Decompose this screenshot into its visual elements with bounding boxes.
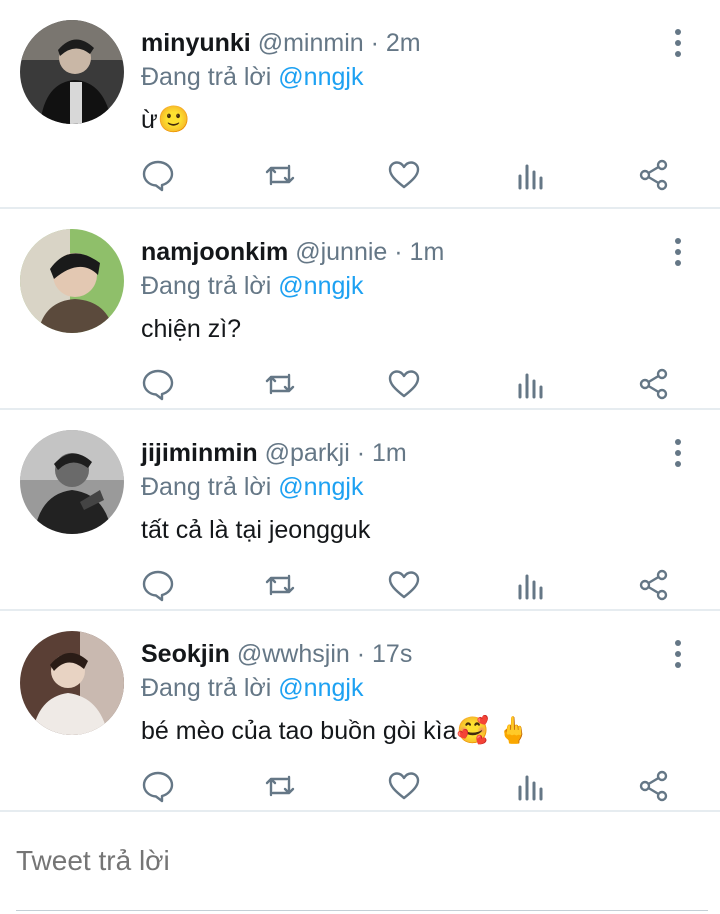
tweet-actions [141, 158, 681, 194]
retweet-icon[interactable] [263, 367, 299, 403]
mention-link[interactable]: @nngjk [278, 473, 363, 501]
tweet-header: minyunki @minmin · 2m [141, 28, 421, 58]
tweet[interactable]: Seokjin @wwhsjin · 17s Đang trả lời @nng… [0, 611, 720, 812]
tweet-text-body: tất cả là tại jeongguk [141, 516, 371, 544]
display-name[interactable]: jijiminmin [141, 439, 258, 467]
analytics-icon[interactable] [513, 367, 549, 403]
reply-context: Đang trả lời @nngjk [141, 62, 363, 92]
reply-prefix: Đang trả lời [141, 674, 272, 702]
reply-context: Đang trả lời @nngjk [141, 472, 363, 502]
avatar[interactable] [20, 631, 124, 735]
tweet[interactable]: jijiminmin @parkji · 1m Đang trả lời @nn… [0, 410, 720, 611]
emoji: 🥰 🖕 [456, 716, 530, 746]
tweet-actions [141, 367, 681, 403]
reply-icon[interactable] [141, 769, 177, 805]
avatar[interactable] [20, 229, 124, 333]
share-icon[interactable] [637, 568, 673, 604]
analytics-icon[interactable] [513, 568, 549, 604]
timestamp[interactable]: · 17s [357, 640, 413, 668]
tweet-text-body: bé mèo của tao buồn gòi kìa [141, 717, 457, 745]
reply-icon[interactable] [141, 158, 177, 194]
analytics-icon[interactable] [513, 158, 549, 194]
display-name[interactable]: namjoonkim [141, 238, 288, 266]
mention-link[interactable]: @nngjk [278, 63, 363, 91]
handle[interactable]: @wwhsjin [237, 640, 350, 668]
reply-prefix: Đang trả lời [141, 63, 272, 91]
reply-icon[interactable] [141, 367, 177, 403]
reply-composer [0, 815, 720, 914]
reply-context: Đang trả lời @nngjk [141, 271, 363, 301]
more-options-icon[interactable] [666, 237, 690, 267]
tweet-header: namjoonkim @junnie · 1m [141, 237, 444, 267]
like-icon[interactable] [387, 568, 423, 604]
divider [16, 910, 708, 911]
reply-input[interactable] [16, 845, 706, 877]
timestamp[interactable]: · 1m [394, 238, 444, 266]
tweet[interactable]: minyunki @minmin · 2m Đang trả lời @nngj… [0, 0, 720, 209]
mention-link[interactable]: @nngjk [278, 272, 363, 300]
analytics-icon[interactable] [513, 769, 549, 805]
reply-context: Đang trả lời @nngjk [141, 673, 363, 703]
avatar[interactable] [20, 20, 124, 124]
timestamp[interactable]: · 2m [371, 29, 421, 57]
display-name[interactable]: minyunki [141, 29, 251, 57]
tweet-text: chiện zì? [141, 313, 241, 345]
tweet[interactable]: namjoonkim @junnie · 1m Đang trả lời @nn… [0, 209, 720, 410]
tweet-text-body: ừ [141, 106, 158, 134]
tweet-text: ừ🙂 [141, 104, 190, 136]
display-name[interactable]: Seokjin [141, 640, 230, 668]
tweet-header: Seokjin @wwhsjin · 17s [141, 639, 412, 669]
like-icon[interactable] [387, 367, 423, 403]
handle[interactable]: @junnie [295, 238, 387, 266]
share-icon[interactable] [637, 367, 673, 403]
like-icon[interactable] [387, 158, 423, 194]
tweet-text: bé mèo của tao buồn gòi kìa🥰 🖕 [141, 715, 530, 747]
more-options-icon[interactable] [666, 28, 690, 58]
timestamp[interactable]: · 1m [357, 439, 407, 467]
retweet-icon[interactable] [263, 769, 299, 805]
reply-icon[interactable] [141, 568, 177, 604]
reply-prefix: Đang trả lời [141, 473, 272, 501]
retweet-icon[interactable] [263, 568, 299, 604]
share-icon[interactable] [637, 769, 673, 805]
handle[interactable]: @minmin [258, 29, 364, 57]
avatar[interactable] [20, 430, 124, 534]
tweet-text-body: chiện zì? [141, 315, 242, 343]
retweet-icon[interactable] [263, 158, 299, 194]
tweet-header: jijiminmin @parkji · 1m [141, 438, 407, 468]
reply-prefix: Đang trả lời [141, 272, 272, 300]
mention-link[interactable]: @nngjk [278, 674, 363, 702]
more-options-icon[interactable] [666, 639, 690, 669]
more-options-icon[interactable] [666, 438, 690, 468]
tweet-text: tất cả là tại jeongguk [141, 514, 370, 546]
tweet-actions [141, 769, 681, 805]
emoji: 🙂 [157, 105, 191, 135]
tweet-actions [141, 568, 681, 604]
like-icon[interactable] [387, 769, 423, 805]
share-icon[interactable] [637, 158, 673, 194]
handle[interactable]: @parkji [265, 439, 350, 467]
